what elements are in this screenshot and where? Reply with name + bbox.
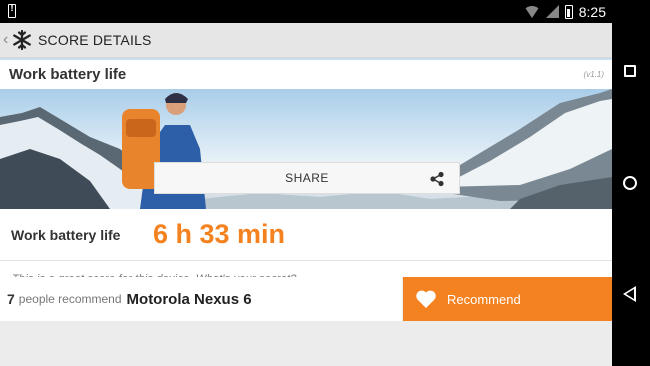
- recommend-button-label: Recommend: [447, 291, 521, 307]
- snowflake-icon[interactable]: [11, 29, 33, 51]
- share-icon-graphic: [430, 171, 444, 187]
- heart-icon: [415, 289, 437, 309]
- status-bar: 8:25: [0, 0, 612, 23]
- result-value: 6 h 33 min: [153, 219, 286, 249]
- signal-icon: [545, 5, 559, 18]
- version-label: (v1.1): [583, 70, 604, 79]
- battery-icon: [564, 4, 573, 19]
- share-label: SHARE: [285, 171, 329, 185]
- navigation-bar: [612, 0, 650, 366]
- clock: 8:25: [578, 3, 606, 20]
- device-name: Motorola Nexus 6: [126, 290, 252, 308]
- recommend-summary: 7 people recommend Motorola Nexus 6: [0, 277, 403, 321]
- up-navigation[interactable]: ‹: [3, 31, 11, 49]
- share-icon: [429, 171, 445, 187]
- recommend-row: 7 people recommend Motorola Nexus 6 Reco…: [0, 277, 612, 321]
- status-icons: 8:25: [523, 0, 606, 23]
- page-title: SCORE DETAILS: [38, 32, 152, 48]
- action-bar: ‹ SCORE DETAILS: [0, 23, 612, 58]
- recommend-button[interactable]: Recommend: [403, 277, 612, 321]
- snowflake-icon-graphic: [13, 29, 31, 51]
- result-row: Work battery life 6 h 33 min: [0, 209, 612, 261]
- hero-image: SHARE: [0, 89, 612, 209]
- app-window: ‹ SCORE DETAILS Work battery life (v1.1): [0, 23, 612, 366]
- score-details-content: Work battery life (v1.1) SHARE Work batt…: [0, 58, 612, 297]
- result-label: Work battery life: [11, 226, 121, 243]
- wifi-icon: [523, 5, 540, 18]
- alert-icon: [8, 3, 16, 18]
- recommend-count: 7: [7, 291, 15, 307]
- heart-icon-graphic: [416, 290, 436, 308]
- back-button[interactable]: [623, 286, 636, 302]
- recommend-text: people recommend: [18, 292, 122, 306]
- share-button[interactable]: SHARE: [154, 162, 460, 194]
- section-header: Work battery life (v1.1): [0, 58, 612, 89]
- recents-button[interactable]: [624, 65, 636, 77]
- home-button[interactable]: [623, 176, 637, 190]
- section-title: Work battery life: [9, 66, 127, 83]
